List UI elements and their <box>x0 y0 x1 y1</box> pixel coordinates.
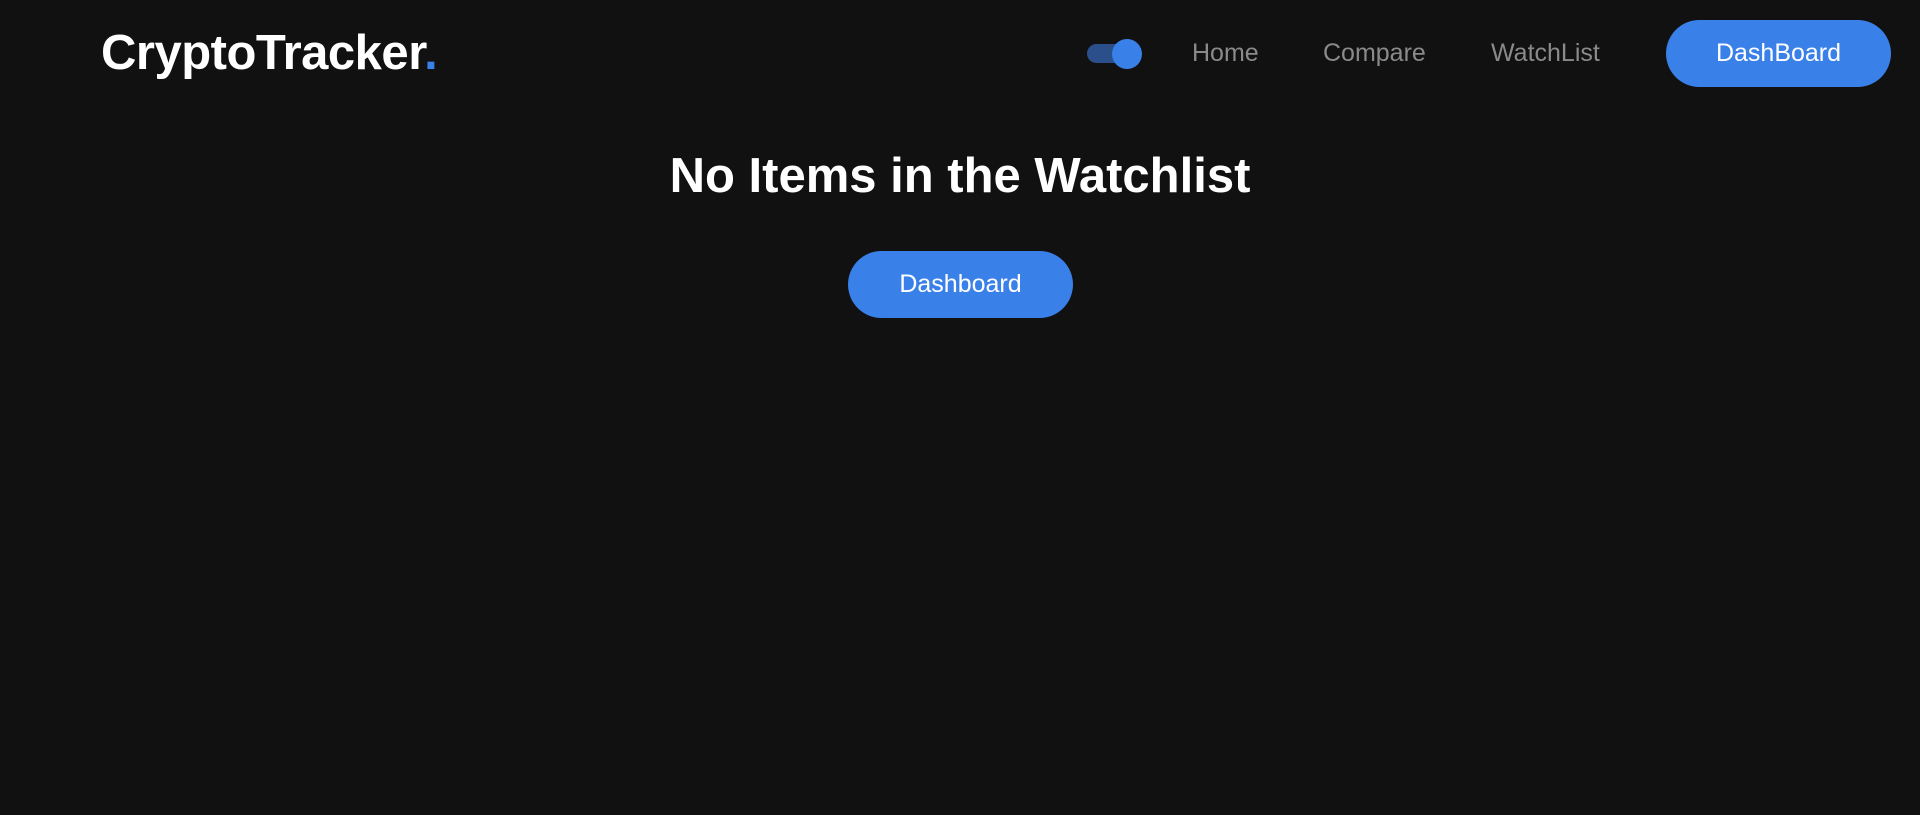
toggle-knob <box>1112 39 1142 69</box>
header: CryptoTracker. Home Compare WatchList Da… <box>0 0 1920 106</box>
nav-home-link[interactable]: Home <box>1192 38 1259 68</box>
header-dashboard-button[interactable]: DashBoard <box>1666 20 1891 87</box>
nav-compare-link[interactable]: Compare <box>1323 38 1426 68</box>
empty-watchlist-title: No Items in the Watchlist <box>669 149 1251 203</box>
dashboard-button[interactable]: Dashboard <box>848 251 1073 318</box>
logo[interactable]: CryptoTracker. <box>101 25 438 81</box>
nav-watchlist-link[interactable]: WatchList <box>1491 38 1600 68</box>
logo-dot: . <box>424 26 438 80</box>
logo-text: CryptoTracker <box>101 26 425 80</box>
theme-toggle[interactable] <box>1087 39 1143 69</box>
